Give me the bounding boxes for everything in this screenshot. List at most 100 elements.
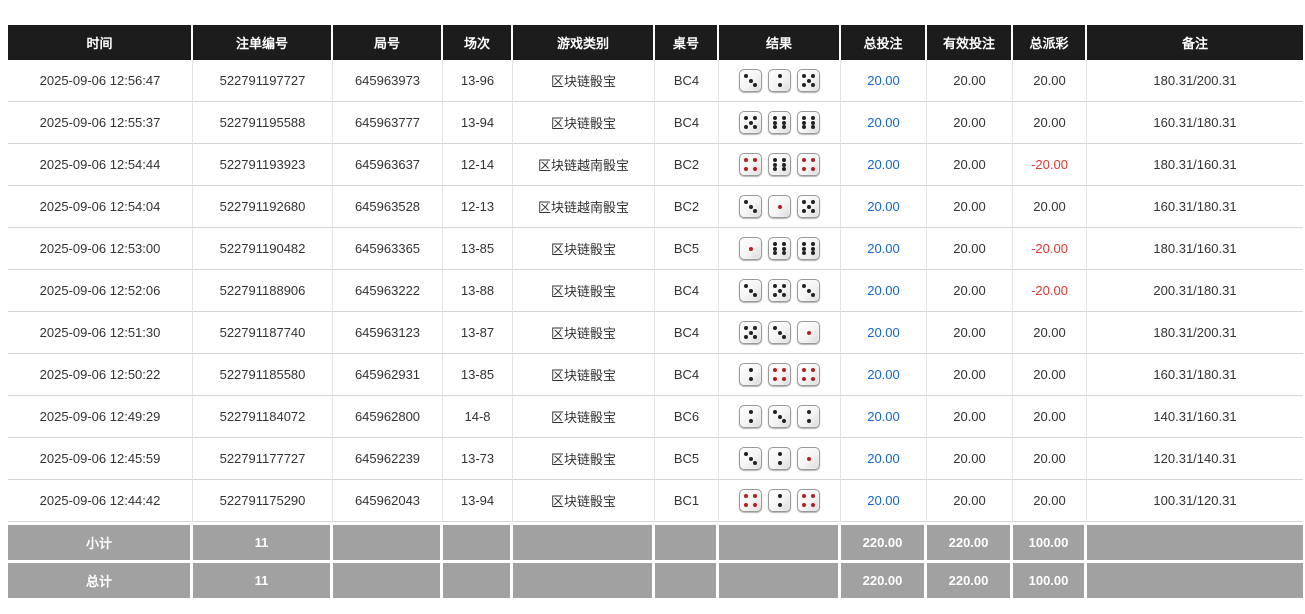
die-face-6-icon	[768, 153, 791, 176]
cell-time: 2025-09-06 12:54:44	[8, 144, 193, 186]
cell-game-type: 区块链骰宝	[513, 480, 655, 522]
cell-time: 2025-09-06 12:52:06	[8, 270, 193, 312]
die-face-4-icon	[739, 489, 762, 512]
cell-round-id: 645963637	[333, 144, 443, 186]
footer-cell-payout: 100.00	[1013, 522, 1087, 560]
table-row: 2025-09-06 12:54:04522791192680645963528…	[8, 186, 1303, 228]
die-face-2-icon	[797, 405, 820, 428]
footer-cell-table-no	[655, 522, 719, 560]
cell-time: 2025-09-06 12:54:04	[8, 186, 193, 228]
die-face-6-icon	[797, 237, 820, 260]
cell-payout: 20.00	[1013, 438, 1087, 480]
cell-remark: 100.31/120.31	[1087, 480, 1303, 522]
footer-cell-valid-bet: 220.00	[927, 560, 1013, 598]
cell-total-bet: 20.00	[841, 270, 927, 312]
col-header-time: 时间	[8, 25, 193, 60]
footer-cell-table-no	[655, 560, 719, 598]
cell-payout: -20.00	[1013, 228, 1087, 270]
dice-result	[739, 195, 820, 218]
cell-table-no: BC5	[655, 228, 719, 270]
total-bet-link[interactable]: 20.00	[867, 73, 900, 88]
total-row: 总计11220.00220.00100.00	[8, 560, 1303, 598]
cell-session: 13-87	[443, 312, 513, 354]
col-header-session: 场次	[443, 25, 513, 60]
cell-total-bet: 20.00	[841, 186, 927, 228]
cell-dice	[719, 438, 841, 480]
header-row: 时间注单编号局号场次游戏类别桌号结果总投注有效投注总派彩备注	[8, 25, 1303, 60]
total-bet-link[interactable]: 20.00	[867, 493, 900, 508]
dice-result	[739, 237, 820, 260]
cell-game-type: 区块链越南骰宝	[513, 144, 655, 186]
dice-result	[739, 405, 820, 428]
cell-valid-bet: 20.00	[927, 144, 1013, 186]
table-row: 2025-09-06 12:49:29522791184072645962800…	[8, 396, 1303, 438]
cell-time: 2025-09-06 12:45:59	[8, 438, 193, 480]
die-face-5-icon	[768, 279, 791, 302]
total-bet-link[interactable]: 20.00	[867, 241, 900, 256]
cell-remark: 180.31/200.31	[1087, 60, 1303, 102]
die-face-1-icon	[797, 321, 820, 344]
cell-game-type: 区块链越南骰宝	[513, 186, 655, 228]
cell-payout: -20.00	[1013, 270, 1087, 312]
die-face-3-icon	[739, 69, 762, 92]
die-face-3-icon	[739, 279, 762, 302]
total-bet-link[interactable]: 20.00	[867, 409, 900, 424]
cell-session: 13-94	[443, 480, 513, 522]
footer-cell-dice	[719, 560, 841, 598]
cell-valid-bet: 20.00	[927, 228, 1013, 270]
cell-game-type: 区块链骰宝	[513, 102, 655, 144]
cell-bet-id: 522791184072	[193, 396, 333, 438]
cell-total-bet: 20.00	[841, 396, 927, 438]
cell-session: 13-88	[443, 270, 513, 312]
die-face-5-icon	[797, 69, 820, 92]
bet-history-table: 时间注单编号局号场次游戏类别桌号结果总投注有效投注总派彩备注 2025-09-0…	[8, 25, 1303, 598]
cell-dice	[719, 354, 841, 396]
cell-table-no: BC4	[655, 312, 719, 354]
total-bet-link[interactable]: 20.00	[867, 367, 900, 382]
cell-valid-bet: 20.00	[927, 480, 1013, 522]
total-bet-link[interactable]: 20.00	[867, 325, 900, 340]
cell-dice	[719, 144, 841, 186]
cell-total-bet: 20.00	[841, 144, 927, 186]
subtotal-count: 11	[193, 522, 333, 560]
table-body: 2025-09-06 12:56:47522791197727645963973…	[8, 60, 1303, 522]
die-face-1-icon	[797, 447, 820, 470]
cell-dice	[719, 186, 841, 228]
total-bet-link[interactable]: 20.00	[867, 115, 900, 130]
total-bet-link[interactable]: 20.00	[867, 283, 900, 298]
total-bet-link[interactable]: 20.00	[867, 451, 900, 466]
col-header-round-id: 局号	[333, 25, 443, 60]
cell-session: 14-8	[443, 396, 513, 438]
table-row: 2025-09-06 12:51:30522791187740645963123…	[8, 312, 1303, 354]
cell-table-no: BC4	[655, 102, 719, 144]
cell-table-no: BC4	[655, 270, 719, 312]
cell-total-bet: 20.00	[841, 60, 927, 102]
die-face-3-icon	[739, 447, 762, 470]
cell-time: 2025-09-06 12:53:00	[8, 228, 193, 270]
cell-valid-bet: 20.00	[927, 186, 1013, 228]
cell-total-bet: 20.00	[841, 312, 927, 354]
cell-payout: 20.00	[1013, 312, 1087, 354]
total-bet-link[interactable]: 20.00	[867, 157, 900, 172]
die-face-3-icon	[739, 195, 762, 218]
cell-table-no: BC1	[655, 480, 719, 522]
cell-remark: 160.31/180.31	[1087, 102, 1303, 144]
cell-session: 12-13	[443, 186, 513, 228]
table-row: 2025-09-06 12:52:06522791188906645963222…	[8, 270, 1303, 312]
cell-bet-id: 522791195588	[193, 102, 333, 144]
die-face-6-icon	[768, 237, 791, 260]
cell-round-id: 645963365	[333, 228, 443, 270]
total-count: 11	[193, 560, 333, 598]
total-bet-link[interactable]: 20.00	[867, 199, 900, 214]
cell-payout: 20.00	[1013, 396, 1087, 438]
cell-time: 2025-09-06 12:56:47	[8, 60, 193, 102]
cell-total-bet: 20.00	[841, 480, 927, 522]
die-face-3-icon	[768, 405, 791, 428]
cell-session: 13-96	[443, 60, 513, 102]
die-face-1-icon	[768, 195, 791, 218]
cell-total-bet: 20.00	[841, 354, 927, 396]
footer-cell-total-bet: 220.00	[841, 560, 927, 598]
cell-session: 12-14	[443, 144, 513, 186]
col-header-game-type: 游戏类别	[513, 25, 655, 60]
dice-result	[739, 489, 820, 512]
